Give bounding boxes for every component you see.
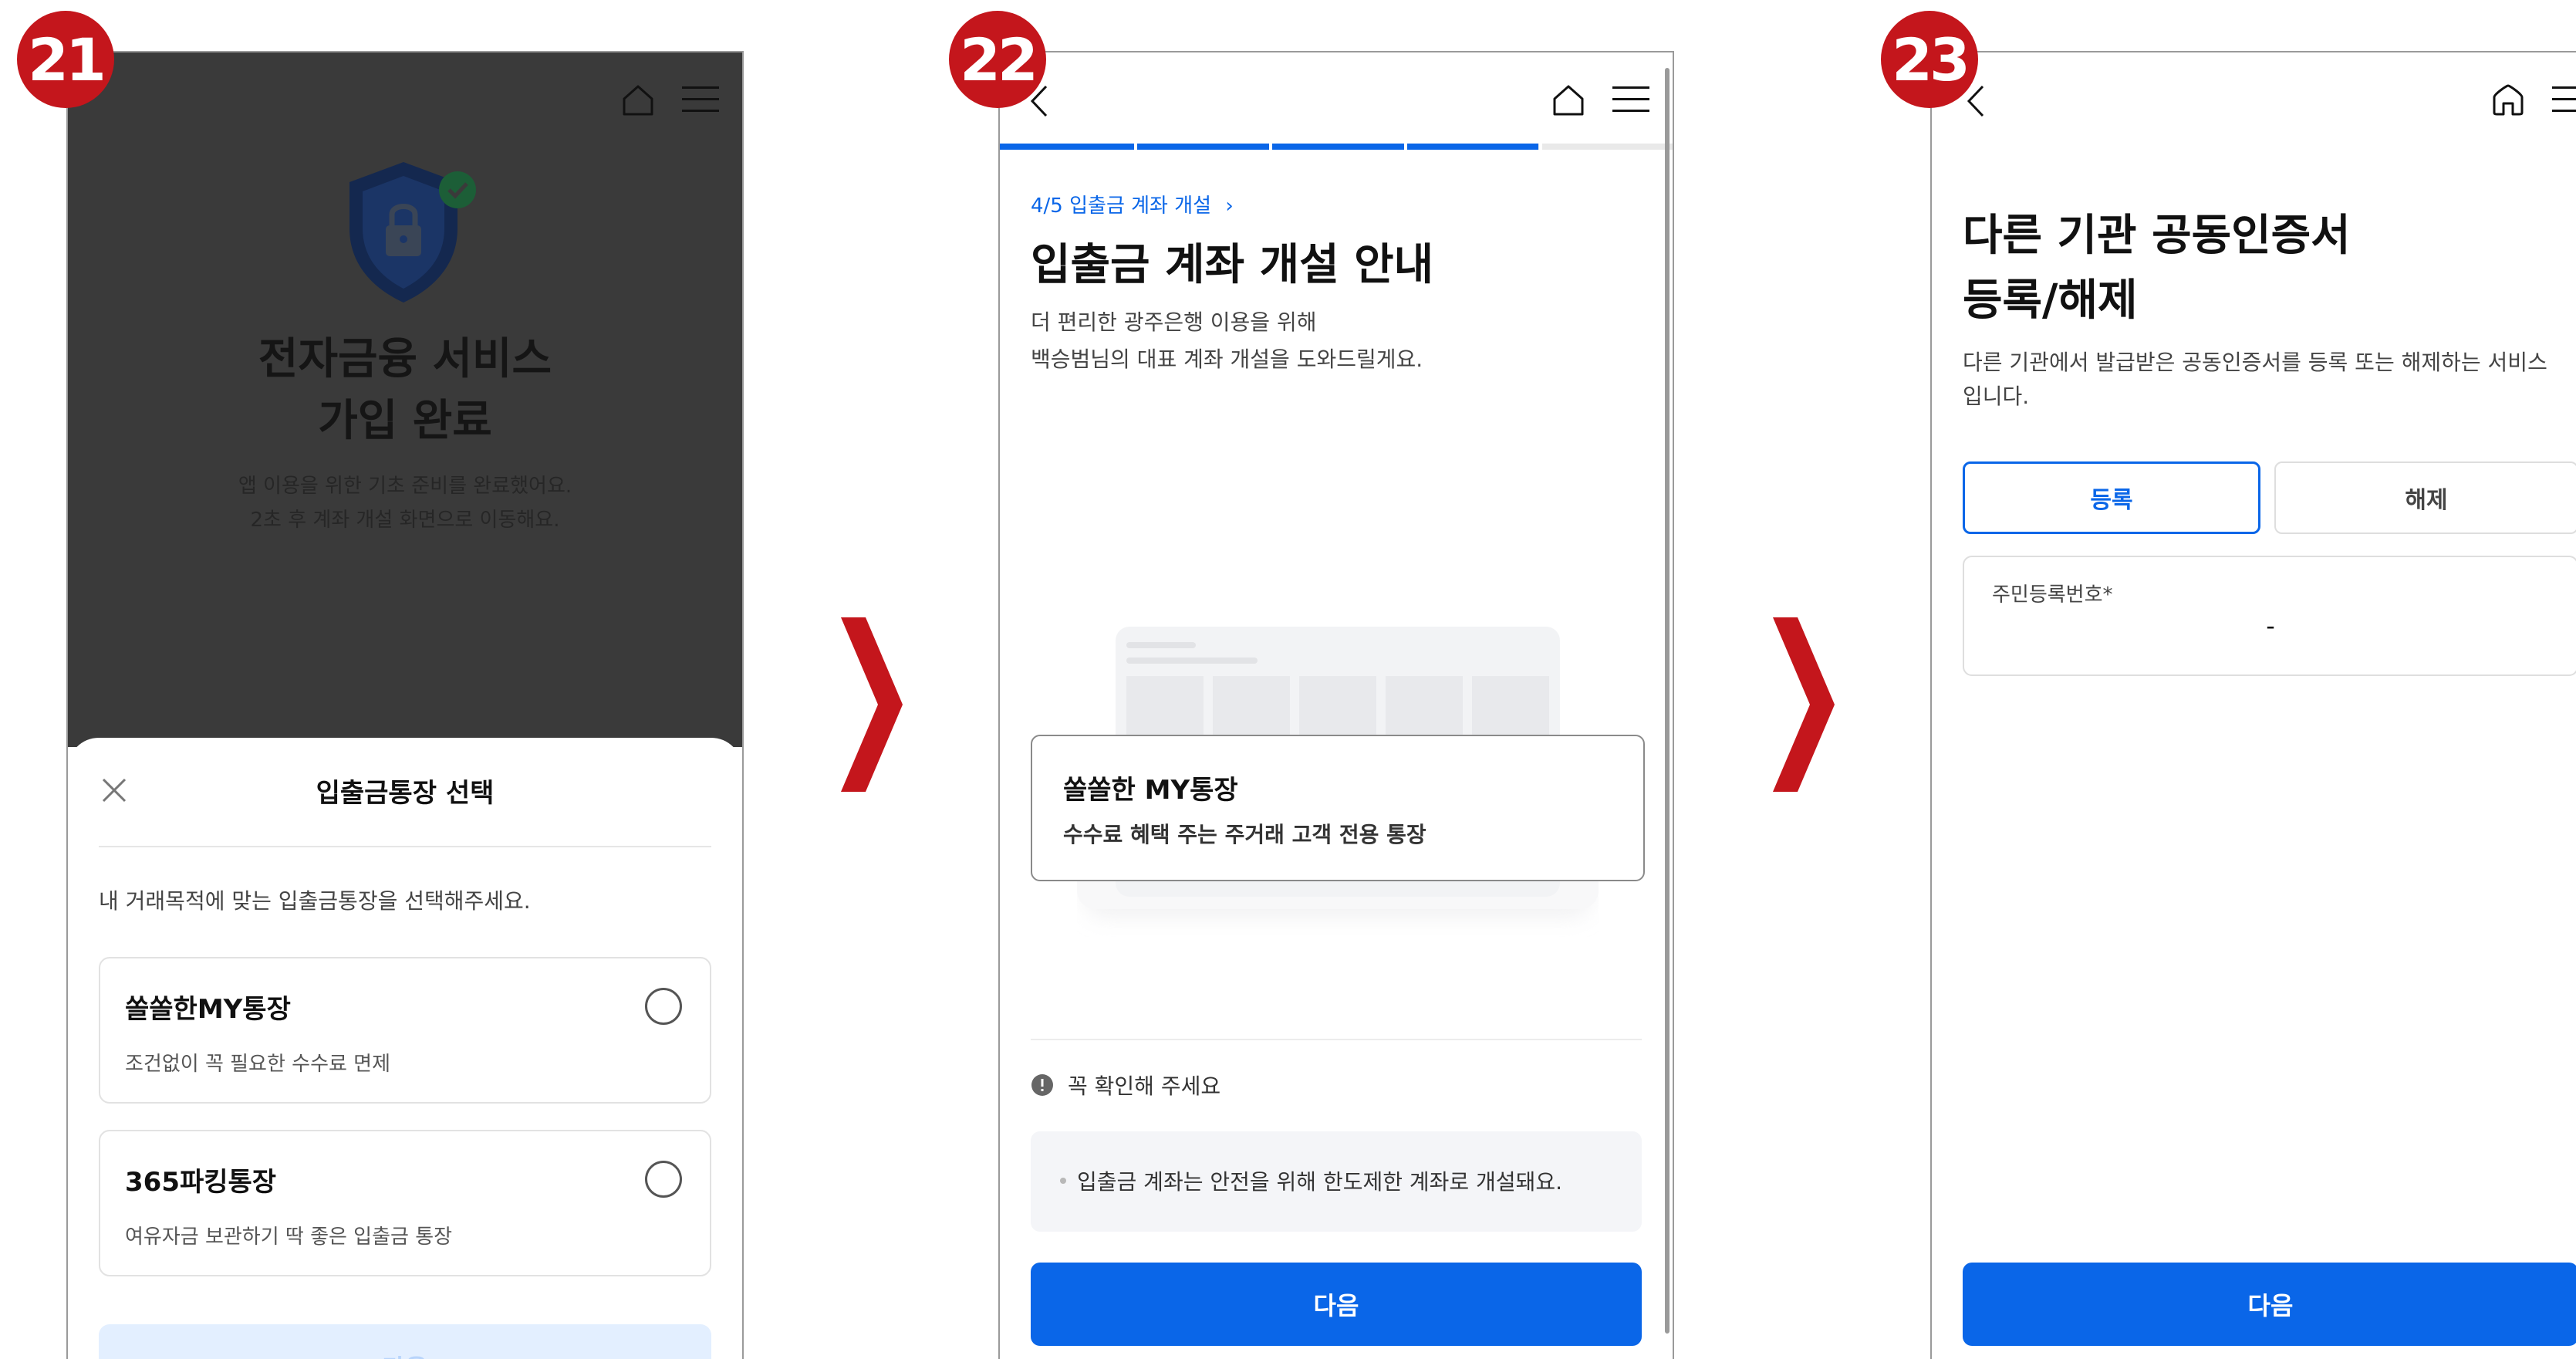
radio-button[interactable]	[645, 1161, 682, 1198]
next-button[interactable]: 다음	[99, 1324, 711, 1359]
header-icons	[2490, 82, 2576, 117]
account-option[interactable]: 365파킹통장 여유자금 보관하기 딱 좋은 입출금 통장	[99, 1130, 711, 1276]
shield-lock-icon	[349, 162, 476, 303]
notice-item: 입출금 계좌는 안전을 위해 한도제한 계좌로 개설돼요.	[1060, 1165, 1562, 1196]
page-title: 입출금 계좌 개설 안내	[1031, 240, 1434, 290]
field-label: 주민등록번호*	[1992, 583, 2113, 607]
divider	[1031, 1039, 1642, 1040]
bottom-sheet: 입출금통장 선택 내 거래목적에 맞는 입출금통장을 선택해주세요. 쏠쏠한MY…	[68, 738, 742, 1359]
screen-21: 전자금융 서비스 가입 완료 앱 이용을 위한 기초 준비를 완료했어요. 2초…	[66, 51, 744, 1359]
home-icon[interactable]	[2490, 82, 2526, 117]
account-option[interactable]: 쏠쏠한MY통장 조건없이 꼭 필요한 수수료 면제	[99, 957, 711, 1104]
step-badge-23: 23	[1881, 11, 1978, 108]
header-icons	[1551, 82, 1649, 117]
alert-icon	[1031, 1074, 1053, 1096]
option-description: 조건없이 꼭 필요한 수수료 면제	[125, 1053, 391, 1076]
radio-button[interactable]	[645, 988, 682, 1025]
sheet-title: 입출금통장 선택	[316, 778, 495, 809]
page-subtitle: 더 편리한 광주은행 이용을 위해 백승범님의 대표 계좌 개설을 도와드릴게요…	[1031, 309, 1423, 372]
screen-22: 4/5 입출금 계좌 개설 › 입출금 계좌 개설 안내 더 편리한 광주은행 …	[998, 51, 1674, 1359]
screen-23: 다른 기관 공동인증서 등록/해제 다른 기관에서 발급받은 공동인증서를 등록…	[1930, 51, 2576, 1359]
page-subtitle: 다른 기관에서 발급받은 공동인증서를 등록 또는 해제하는 서비스입니다.	[1963, 350, 2547, 409]
option-name: 쏠쏠한MY통장	[125, 994, 291, 1025]
progress-bar	[1000, 144, 1673, 150]
account-card: 쏠쏠한 MY통장 수수료 혜택 주는 주거래 고객 전용 통장	[1031, 735, 1645, 881]
tab-register[interactable]: 등록	[1963, 461, 2260, 534]
menu-icon[interactable]	[2552, 85, 2576, 114]
notice-header: 꼭 확인해 주세요	[1031, 1070, 1220, 1100]
home-icon[interactable]	[620, 82, 656, 117]
next-step-arrow-icon	[841, 617, 903, 792]
chevron-right-icon: ›	[1225, 194, 1234, 218]
home-icon[interactable]	[1551, 82, 1586, 117]
option-name: 365파킹통장	[125, 1167, 277, 1198]
menu-icon[interactable]	[682, 85, 719, 114]
step-badge-21: 21	[17, 11, 114, 108]
page-title: 다른 기관 공동인증서 등록/해제	[1963, 211, 2351, 326]
tab-unregister[interactable]: 해제	[2274, 461, 2576, 534]
divider	[99, 846, 711, 847]
menu-icon[interactable]	[1612, 85, 1649, 114]
step-breadcrumb[interactable]: 4/5 입출금 계좌 개설 ›	[1031, 190, 1234, 218]
resident-number-field[interactable]: 주민등록번호* -	[1963, 556, 2576, 676]
next-button[interactable]: 다음	[1031, 1263, 1642, 1346]
notice-box: 입출금 계좌는 안전을 위해 한도제한 계좌로 개설돼요.	[1031, 1131, 1642, 1232]
field-separator: -	[2266, 611, 2275, 641]
scrollbar[interactable]	[1665, 68, 1670, 1334]
account-name: 쏠쏠한 MY통장	[1063, 775, 1238, 806]
sheet-description: 내 거래목적에 맞는 입출금통장을 선택해주세요.	[99, 888, 531, 914]
account-description: 수수료 혜택 주는 주거래 고객 전용 통장	[1063, 822, 1426, 847]
next-button[interactable]: 다음	[1963, 1263, 2576, 1346]
step-badge-22: 22	[949, 11, 1046, 108]
next-step-arrow-icon	[1773, 617, 1835, 792]
option-description: 여유자금 보관하기 딱 좋은 입출금 통장	[125, 1225, 453, 1249]
completion-title: 전자금융 서비스 가입 완료	[258, 334, 552, 446]
header-icons	[620, 82, 719, 117]
completion-subtitle: 앱 이용을 위한 기초 준비를 완료했어요. 2초 후 계좌 개설 화면으로 이…	[238, 475, 572, 532]
bullet	[1060, 1178, 1066, 1184]
